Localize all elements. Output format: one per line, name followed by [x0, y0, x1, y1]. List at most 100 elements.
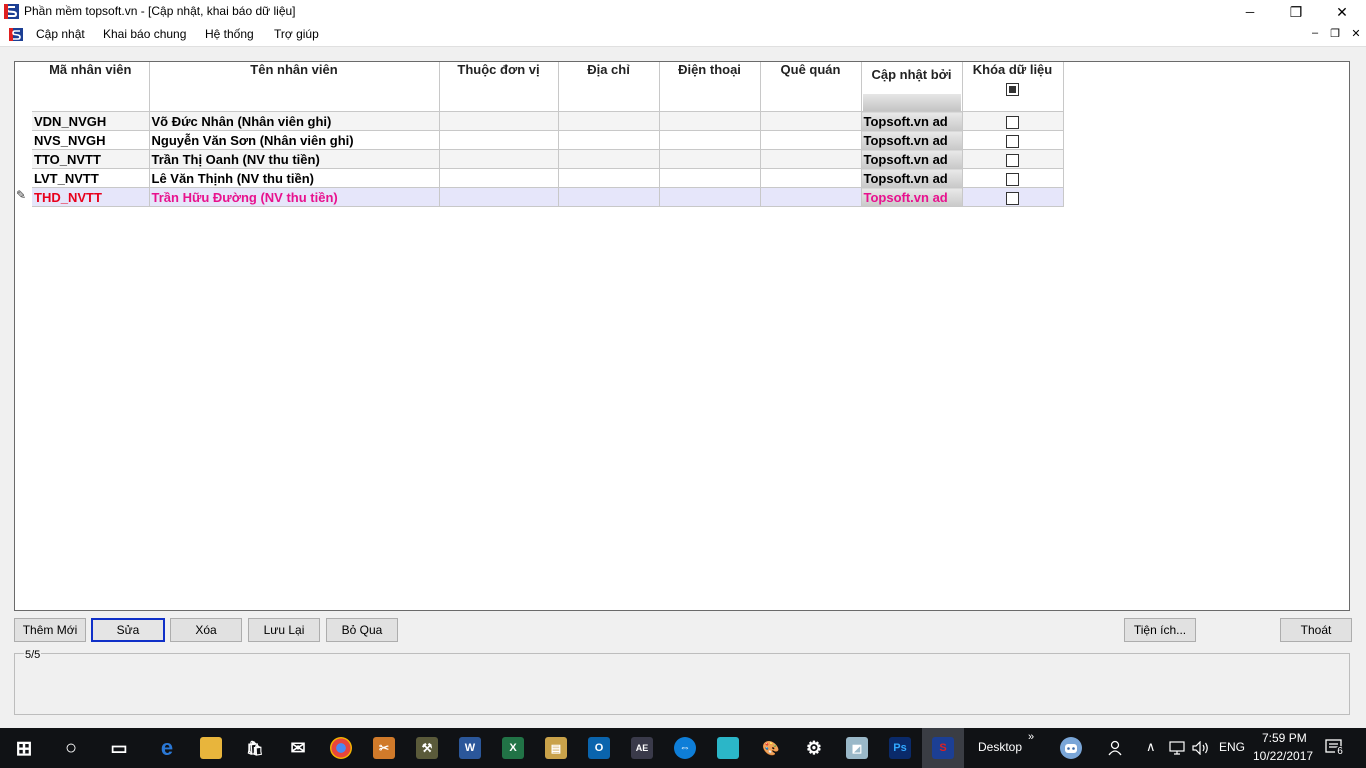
- notes-icon[interactable]: ◩: [846, 737, 868, 759]
- cell-code[interactable]: VDN_NVGH: [32, 111, 150, 131]
- network-icon[interactable]: [1169, 741, 1187, 755]
- locked-checkbox[interactable]: [1006, 134, 1019, 148]
- cell-code[interactable]: LVT_NVTT: [32, 168, 150, 188]
- paint-icon[interactable]: 🎨: [760, 737, 782, 759]
- topsoft-icon[interactable]: S: [932, 737, 954, 759]
- cell-name[interactable]: Võ Đức Nhân (Nhân viên ghi): [149, 111, 440, 131]
- add-new-button[interactable]: Thêm Mới: [14, 618, 86, 642]
- cell-name[interactable]: Nguyễn Văn Sơn (Nhân viên ghi): [149, 130, 440, 150]
- chrome-icon[interactable]: [330, 737, 352, 759]
- people-icon[interactable]: [1108, 740, 1126, 756]
- toolbar-chevron-icon[interactable]: »: [1028, 731, 1034, 743]
- edit-button[interactable]: Sửa: [91, 618, 165, 642]
- cell-unit[interactable]: [439, 130, 559, 150]
- cell-address[interactable]: [558, 168, 660, 188]
- cell-hometown[interactable]: [760, 187, 862, 207]
- volume-icon[interactable]: [1192, 741, 1210, 755]
- utilities-button[interactable]: Tiện ích...: [1124, 618, 1196, 642]
- locked-checkbox[interactable]: [1006, 153, 1019, 167]
- cell-unit[interactable]: [439, 168, 559, 188]
- word-icon[interactable]: W: [459, 737, 481, 759]
- task-view-icon[interactable]: ▭: [108, 737, 130, 759]
- cell-hometown[interactable]: [760, 111, 862, 131]
- skip-button[interactable]: Bỏ Qua: [326, 618, 398, 642]
- start-icon[interactable]: ⊞: [13, 737, 35, 760]
- cell-updated-by[interactable]: Topsoft.vn ad: [861, 187, 963, 207]
- minimize-button[interactable]: ─: [1227, 0, 1273, 24]
- action-center-button[interactable]: 6: [1325, 738, 1345, 758]
- column-header-phone[interactable]: Điện thoại: [659, 62, 761, 112]
- cell-phone[interactable]: [659, 149, 761, 169]
- mdi-minimize-button[interactable]: –: [1306, 27, 1324, 43]
- employee-grid[interactable]: ✎ Mã nhân viên Tên nhân viên Thuộc đơn v…: [14, 61, 1350, 611]
- clock-time[interactable]: 7:59 PM: [1262, 731, 1307, 745]
- cell-updated-by[interactable]: Topsoft.vn ad: [861, 111, 963, 131]
- locked-checkbox[interactable]: [1006, 172, 1019, 186]
- column-header-hometown[interactable]: Quê quán: [760, 62, 862, 112]
- save-button[interactable]: Lưu Lại: [248, 618, 320, 642]
- cube-icon[interactable]: [717, 737, 739, 759]
- mdi-restore-button[interactable]: ❐: [1326, 27, 1344, 43]
- cell-address[interactable]: [558, 130, 660, 150]
- cell-name[interactable]: Trần Thị Oanh (NV thu tiền): [149, 149, 440, 169]
- table-row[interactable]: LVT_NVTT Lê Văn Thịnh (NV thu tiền) Topsof…: [32, 168, 1064, 188]
- select-all-locked-checkbox[interactable]: [1006, 83, 1019, 96]
- cell-unit[interactable]: [439, 187, 559, 207]
- cell-hometown[interactable]: [760, 149, 862, 169]
- cell-code[interactable]: NVS_NVGH: [32, 130, 150, 150]
- language-indicator[interactable]: ENG: [1219, 740, 1245, 754]
- table-row[interactable]: NVS_NVGH Nguyễn Văn Sơn (Nhân viên ghi) To…: [32, 130, 1064, 150]
- teamviewer-icon[interactable]: ⇔: [674, 737, 696, 759]
- mail-icon[interactable]: ✉: [287, 737, 309, 759]
- cell-address[interactable]: [558, 187, 660, 207]
- cell-updated-by[interactable]: Topsoft.vn ad: [861, 168, 963, 188]
- cell-hometown[interactable]: [760, 130, 862, 150]
- cell-phone[interactable]: [659, 187, 761, 207]
- restore-button[interactable]: ❐: [1273, 0, 1319, 24]
- menu-he-thong[interactable]: Hệ thống: [205, 27, 254, 41]
- cell-unit[interactable]: [439, 149, 559, 169]
- close-button[interactable]: ✕: [1319, 0, 1365, 24]
- table-row[interactable]: TTO_NVTT Trần Thị Oanh (NV thu tiền) Topso…: [32, 149, 1064, 169]
- edge-icon[interactable]: e: [156, 735, 178, 760]
- file-explorer-icon[interactable]: [200, 737, 222, 759]
- clock-date[interactable]: 10/22/2017: [1253, 749, 1313, 763]
- column-header-name[interactable]: Tên nhân viên: [149, 62, 440, 112]
- desktop-toolbar-label[interactable]: Desktop: [978, 740, 1022, 754]
- outlook-icon[interactable]: O: [588, 737, 610, 759]
- cell-code[interactable]: THD_NVTT: [32, 187, 150, 207]
- settings-icon[interactable]: ⚙: [803, 737, 825, 759]
- ae-icon[interactable]: AE: [631, 737, 653, 759]
- tools-icon[interactable]: ✂: [373, 737, 395, 759]
- excel-icon[interactable]: X: [502, 737, 524, 759]
- menu-cap-nhat[interactable]: Cập nhật: [36, 27, 85, 41]
- column-header-locked[interactable]: Khóa dữ liệu: [962, 62, 1064, 112]
- table-row[interactable]: THD_NVTT Trần Hữu Đường (NV thu tiền) Tops…: [32, 187, 1064, 207]
- exit-button[interactable]: Thoát: [1280, 618, 1352, 642]
- menu-tro-giup[interactable]: Trợ giúp: [274, 27, 319, 41]
- cell-updated-by[interactable]: Topsoft.vn ad: [861, 149, 963, 169]
- cell-address[interactable]: [558, 111, 660, 131]
- cell-phone[interactable]: [659, 168, 761, 188]
- delete-button[interactable]: Xóa: [170, 618, 242, 642]
- column-header-unit[interactable]: Thuộc đơn vị: [439, 62, 559, 112]
- tray-chevron-up-icon[interactable]: ∧: [1146, 739, 1156, 755]
- column-header-updated-by[interactable]: Cập nhật bởi: [861, 62, 963, 112]
- archive-icon[interactable]: ▤: [545, 737, 567, 759]
- cell-code[interactable]: TTO_NVTT: [32, 149, 150, 169]
- cell-unit[interactable]: [439, 111, 559, 131]
- table-row[interactable]: VDN_NVGH Võ Đức Nhân (Nhân viên ghi) Topso…: [32, 111, 1064, 131]
- toolbox-icon[interactable]: ⚒: [416, 737, 438, 759]
- cell-name[interactable]: Trần Hữu Đường (NV thu tiền): [149, 187, 440, 207]
- locked-checkbox[interactable]: [1006, 115, 1019, 129]
- mdi-close-button[interactable]: ✕: [1347, 27, 1365, 43]
- column-header-code[interactable]: Mã nhân viên: [32, 62, 150, 112]
- cortana-icon[interactable]: ○: [60, 737, 82, 759]
- cell-phone[interactable]: [659, 111, 761, 131]
- store-icon[interactable]: 🛍: [244, 737, 266, 759]
- cell-updated-by[interactable]: Topsoft.vn ad: [861, 130, 963, 150]
- photoshop-icon[interactable]: Ps: [889, 737, 911, 759]
- column-header-address[interactable]: Địa chỉ: [558, 62, 660, 112]
- cell-phone[interactable]: [659, 130, 761, 150]
- locked-checkbox[interactable]: [1006, 191, 1019, 205]
